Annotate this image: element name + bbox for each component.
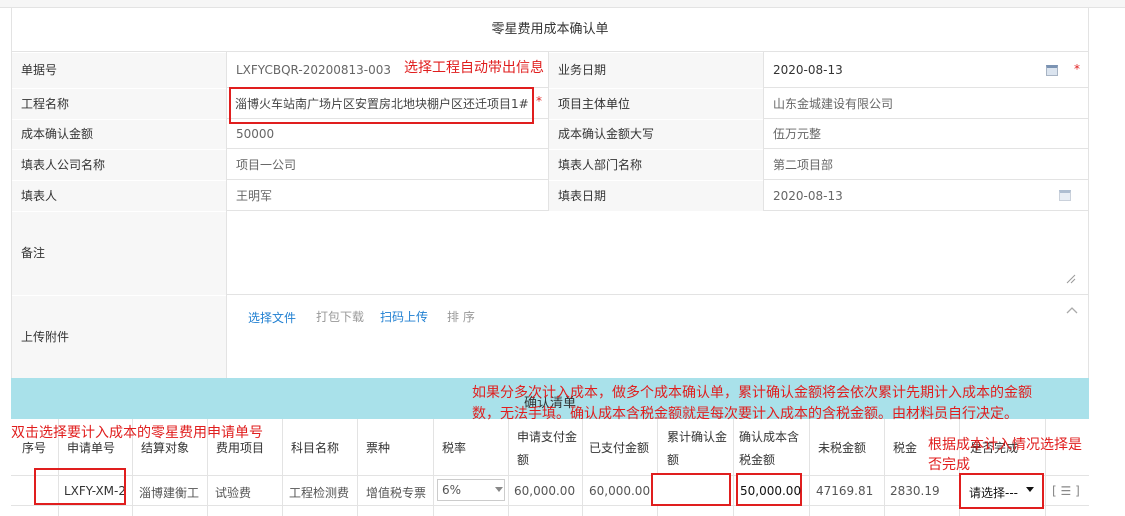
caret-down-icon (495, 487, 503, 492)
amount-value: 50000 (236, 127, 275, 141)
amount-label: 成本确认金额 (12, 120, 226, 149)
column-divider (763, 52, 764, 211)
apply-no-highlight-box (34, 468, 126, 505)
fill-date-value: 2020-08-13 (773, 189, 843, 203)
filler-value: 王明军 (236, 189, 273, 203)
row-paid: 60,000.00 (589, 484, 651, 498)
download-pack-button[interactable]: 打包下载 (316, 308, 364, 325)
amount-upper-value: 伍万元整 (773, 127, 822, 141)
chevron-up-icon[interactable] (1066, 306, 1078, 314)
done-select-value: 请选择--- (969, 486, 1018, 500)
project-highlight-box (229, 87, 534, 124)
dept-value: 第二项目部 (773, 158, 834, 172)
col-cum-confirm: 累计确认金 (667, 430, 728, 444)
attach-label: 上传附件 (12, 296, 226, 378)
required-mark: * (536, 94, 542, 108)
biz-date-label: 业务日期 (549, 53, 763, 88)
annotation-multi-confirm-1: 如果分多次计入成本，做多个成本确认单，累计确认金额将会依次累计先期计入成本的金额 (472, 385, 1032, 401)
col-confirm-tax-2: 税金额 (739, 453, 776, 467)
tax-rate-value: 6% (442, 483, 462, 497)
owner-value: 山东金城建设有限公司 (773, 97, 894, 111)
doc-no-label: 单据号 (12, 53, 226, 88)
row-untaxed: 47169.81 (816, 484, 874, 498)
col-apply-pay-2: 额 (517, 453, 530, 467)
row-subject: 工程检测费 (289, 486, 350, 500)
row-fee-item: 试验费 (215, 486, 252, 500)
annotation-choose-done-2: 否完成 (928, 457, 970, 473)
calendar-icon[interactable] (1046, 65, 1058, 76)
row-settle-obj: 淄博建衡工 (139, 486, 200, 500)
annotation-multi-confirm-2: 数，无法手填。确认成本含税金额就是每次要计入成本的含税金额。由材料员自行决定。 (472, 406, 1018, 422)
col-confirm-tax: 确认成本含 (739, 430, 800, 444)
dept-label: 填表人部门名称 (549, 150, 763, 180)
col-untaxed: 未税金额 (818, 441, 867, 455)
row-apply-pay: 60,000.00 (514, 484, 576, 498)
top-strip (0, 0, 1125, 8)
select-file-button[interactable]: 选择文件 (248, 309, 296, 326)
col-cum-confirm-2: 额 (667, 453, 680, 467)
col-apply-pay: 申请支付金 (517, 430, 578, 444)
annotation-choose-done-1: 根据成本计入情况选择是 (928, 437, 1082, 453)
confirm-tax-value: 50,000.00 (740, 484, 802, 498)
filler-label: 填表人 (12, 181, 226, 211)
col-subject: 科目名称 (291, 441, 340, 455)
caret-down-icon (1026, 487, 1034, 492)
remark-label: 备注 (12, 212, 226, 295)
cum-confirm-input[interactable] (651, 473, 731, 506)
annotation-dbl-click: 双击选择要计入成本的零星费用申请单号 (11, 425, 263, 441)
row-action-button[interactable]: [ ☰ ] (1052, 484, 1080, 498)
company-value: 项目一公司 (236, 158, 297, 172)
col-tax: 税金 (893, 441, 918, 455)
calendar-icon (1059, 190, 1071, 201)
column-divider (548, 52, 549, 211)
required-mark: * (1074, 62, 1080, 76)
row-ticket-type: 增值税专票 (366, 486, 427, 500)
sort-button[interactable]: 排 序 (447, 308, 475, 325)
project-label: 工程名称 (12, 89, 226, 119)
amount-upper-label: 成本确认金额大写 (549, 120, 763, 149)
row-tax: 2830.19 (890, 484, 940, 498)
resize-handle-icon[interactable] (1066, 274, 1076, 284)
fill-date-label: 填表日期 (549, 181, 763, 211)
owner-label: 项目主体单位 (549, 89, 763, 119)
company-label: 填表人公司名称 (12, 150, 226, 180)
annotation-auto-fill: 选择工程自动带出信息 (404, 60, 544, 76)
remark-textarea[interactable] (227, 212, 1088, 295)
col-tax-rate: 税率 (442, 441, 467, 455)
col-ticket-type: 票种 (366, 441, 391, 455)
col-paid: 已支付金额 (589, 441, 650, 455)
scan-upload-button[interactable]: 扫码上传 (380, 308, 428, 325)
column-divider (226, 52, 227, 378)
biz-date-input[interactable]: 2020-08-13 (764, 53, 1054, 88)
form-title: 零星费用成本确认单 (11, 8, 1089, 52)
